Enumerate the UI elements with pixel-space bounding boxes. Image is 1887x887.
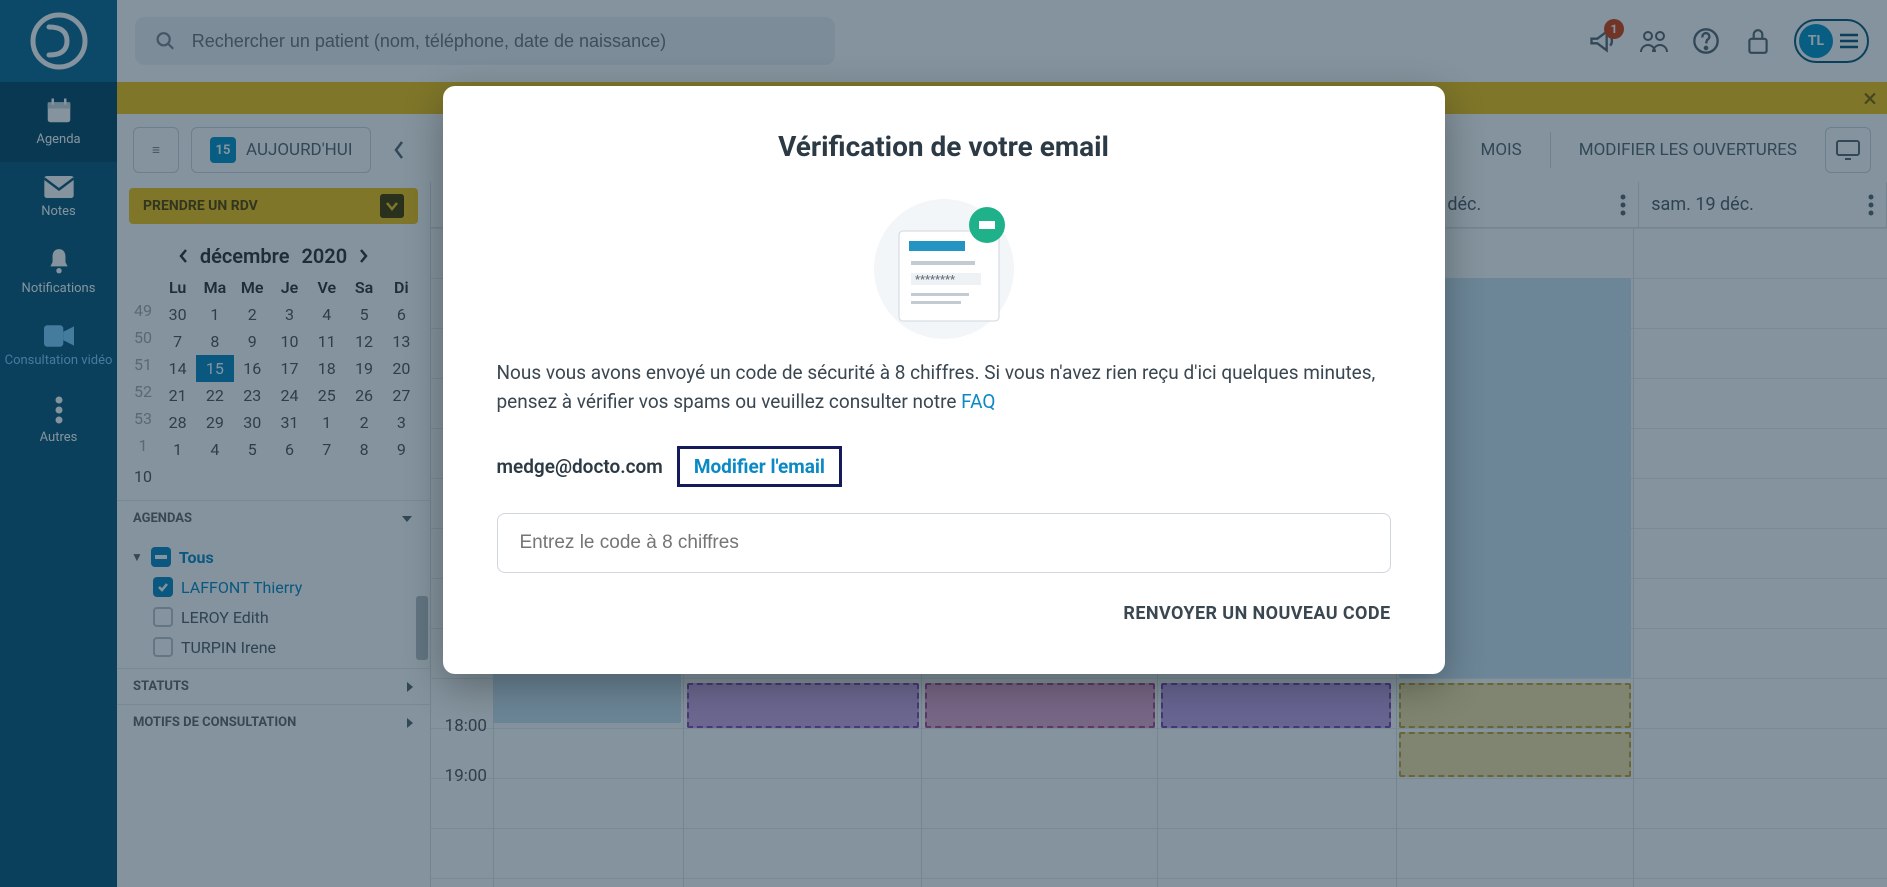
- svg-text:********: ********: [915, 273, 955, 286]
- modal-body: Nous vous avons envoyé un code de sécuri…: [497, 359, 1391, 416]
- modal-body-text: Nous vous avons envoyé un code de sécuri…: [497, 361, 1376, 413]
- modal-title: Vérification de votre email: [497, 130, 1391, 163]
- modal-illustration: ********: [497, 189, 1391, 339]
- resend-code-button[interactable]: RENVOYER UN NOUVEAU CODE: [497, 603, 1391, 624]
- faq-link[interactable]: FAQ: [961, 390, 995, 413]
- modal-overlay[interactable]: Vérification de votre email ******** Nou…: [0, 0, 1887, 887]
- verification-code-input[interactable]: [497, 513, 1391, 573]
- modal-email: medge@docto.com: [497, 455, 663, 478]
- email-verification-modal: Vérification de votre email ******** Nou…: [443, 86, 1445, 674]
- modify-email-link[interactable]: Modifier l'email: [677, 446, 842, 487]
- modal-email-row: medge@docto.com Modifier l'email: [497, 446, 1391, 487]
